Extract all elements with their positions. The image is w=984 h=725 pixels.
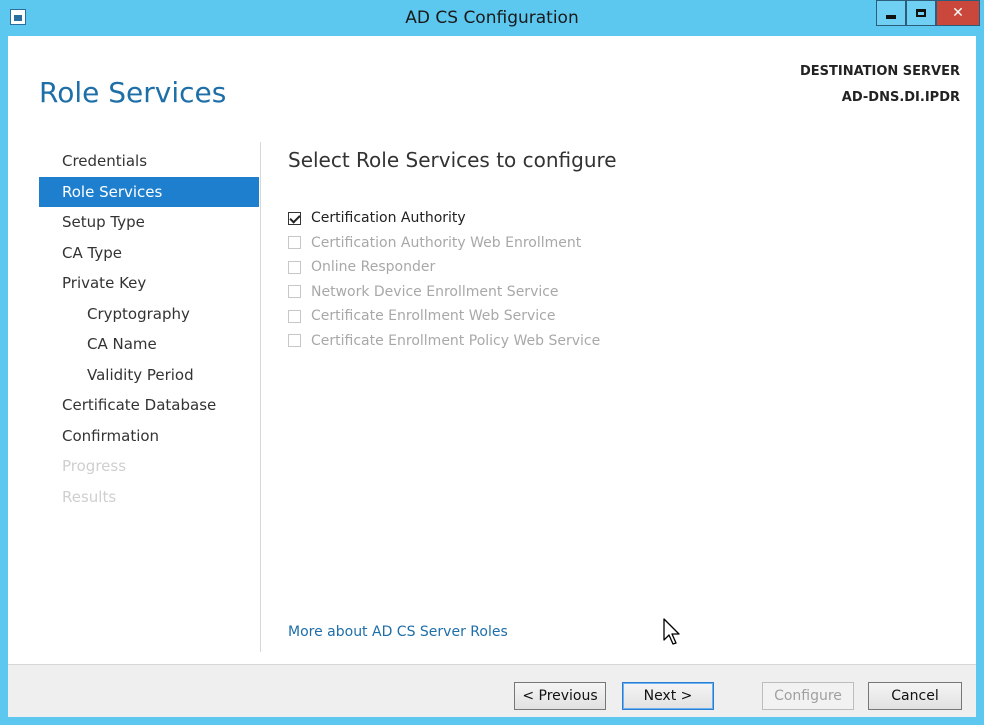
option-cert-enrollment-policy-web-service: Certificate Enrollment Policy Web Servic… (288, 329, 600, 354)
window-title: AD CS Configuration (405, 8, 579, 28)
option-network-device-enrollment: Network Device Enrollment Service (288, 280, 600, 305)
checkbox-unchecked (288, 334, 301, 348)
more-about-link[interactable]: More about AD CS Server Roles (288, 624, 508, 640)
role-services-list: Certification Authority Certification Au… (288, 206, 600, 353)
nav-item-results: Results (62, 487, 117, 506)
ad-cs-configuration-window: AD CS Configuration ✕ Role Services DEST… (0, 0, 984, 725)
nav-item-validity-period[interactable]: Validity Period (39, 360, 259, 391)
next-button[interactable]: Next > (622, 682, 714, 710)
nav-divider (260, 142, 261, 652)
nav-item-certificate-database[interactable]: Certificate Database (39, 390, 259, 421)
nav-item-cryptography[interactable]: Cryptography (39, 299, 259, 330)
configure-button: Configure (762, 682, 854, 710)
previous-button[interactable]: < Previous (514, 682, 606, 710)
destination-server-value: AD-DNS.DI.IPDR (841, 90, 960, 105)
option-label: Certification Authority Web Enrollment (311, 234, 582, 251)
option-label: Network Device Enrollment Service (311, 283, 559, 300)
option-label: Online Responder (311, 259, 436, 276)
checkbox-unchecked (288, 236, 301, 250)
option-label: Certification Authority (311, 210, 466, 227)
close-button[interactable]: ✕ (936, 0, 980, 26)
option-online-responder: Online Responder (288, 255, 600, 280)
nav-item-confirmation[interactable]: Confirmation (39, 421, 259, 452)
checkbox-unchecked (288, 260, 301, 274)
nav-item-ca-type[interactable]: CA Type (39, 238, 259, 269)
nav-item-progress: Progress (62, 457, 127, 475)
checkbox-unchecked (288, 309, 301, 323)
wizard-content: Role Services DESTINATION SERVER AD-DNS.… (8, 36, 976, 717)
option-label: Certificate Enrollment Policy Web Servic… (311, 332, 601, 349)
minimize-button[interactable] (876, 0, 906, 26)
checkbox-checked[interactable] (288, 211, 301, 225)
maximize-button[interactable] (906, 0, 936, 26)
page-title: Role Services (39, 76, 227, 109)
checkbox-unchecked (288, 285, 301, 299)
destination-server-label: DESTINATION SERVER (799, 64, 960, 79)
minimize-icon (886, 15, 896, 19)
nav-item-role-services[interactable]: Role Services (39, 176, 259, 207)
nav-item-ca-name[interactable]: CA Name (39, 329, 259, 360)
wizard-nav: Credentials Role Services Setup Type CA … (39, 146, 259, 512)
option-cert-enrollment-web-service: Certificate Enrollment Web Service (288, 304, 600, 329)
nav-item-setup-type[interactable]: Setup Type (39, 207, 259, 238)
title-bar[interactable]: AD CS Configuration ✕ (0, 0, 984, 36)
mouse-cursor-icon (663, 618, 680, 645)
option-label: Certificate Enrollment Web Service (311, 308, 556, 325)
button-bar: < Previous Next > Configure Cancel (8, 664, 976, 717)
close-icon: ✕ (952, 5, 964, 21)
nav-item-credentials[interactable]: Credentials (39, 146, 259, 177)
cancel-button[interactable]: Cancel (868, 682, 962, 710)
section-title: Select Role Services to configure (288, 148, 617, 172)
option-ca-web-enrollment: Certification Authority Web Enrollment (288, 231, 600, 256)
nav-item-private-key[interactable]: Private Key (39, 268, 259, 299)
maximize-icon (916, 9, 926, 17)
option-certification-authority[interactable]: Certification Authority (288, 206, 600, 231)
